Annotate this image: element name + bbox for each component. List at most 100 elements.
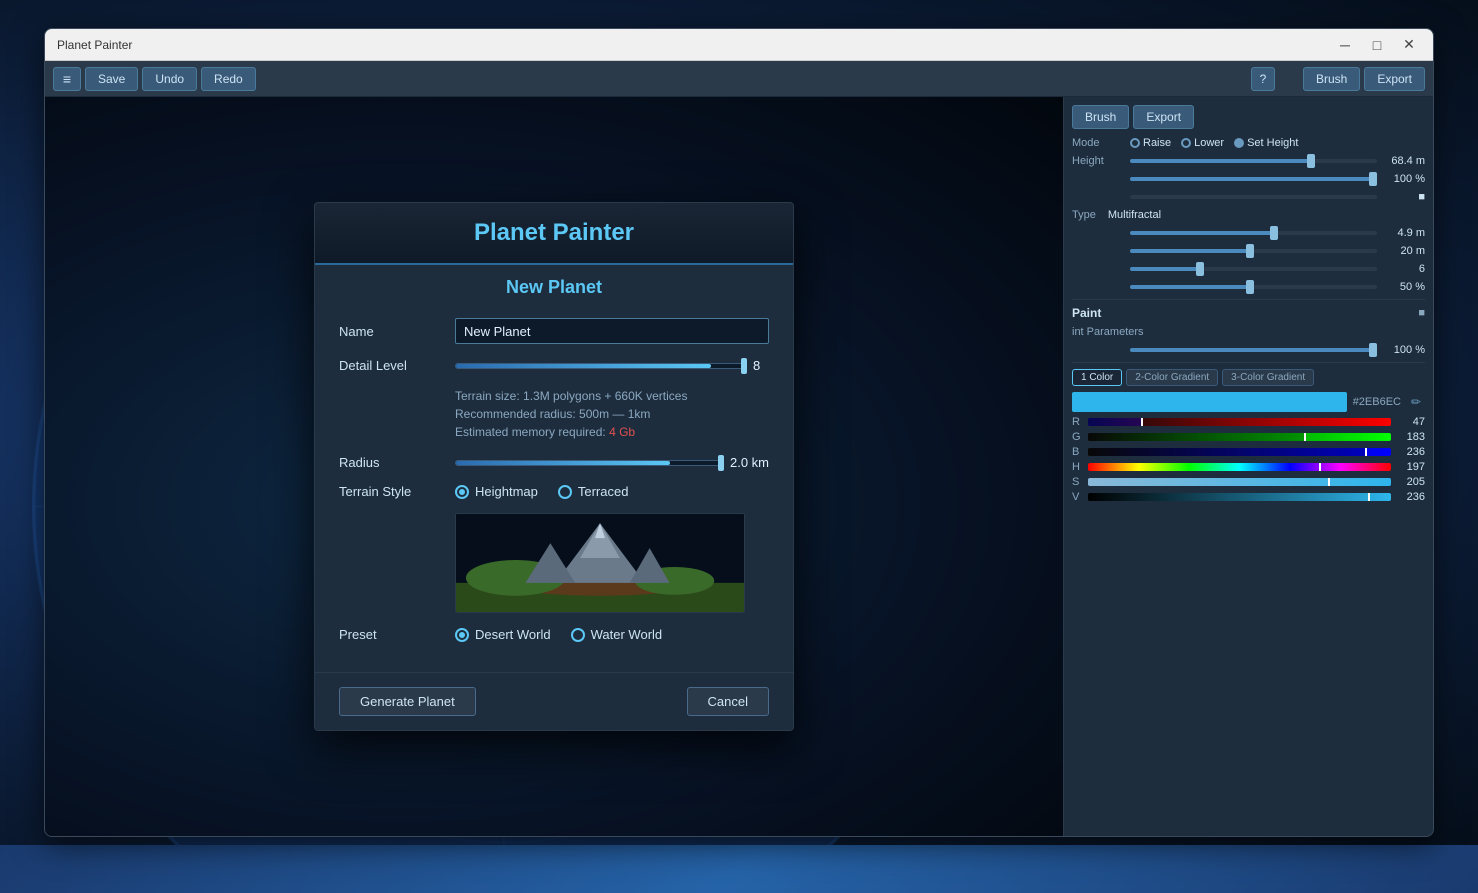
v-channel-track[interactable] xyxy=(1088,493,1391,501)
radius-value: 2.0 km xyxy=(730,455,769,470)
brush-button[interactable]: Brush xyxy=(1303,67,1360,91)
lacunarity-slider[interactable] xyxy=(1130,267,1377,271)
terrain-heightmap-radio[interactable] xyxy=(455,485,469,499)
scale-slider[interactable] xyxy=(1130,231,1377,235)
set-height-option[interactable]: Set Height xyxy=(1234,137,1298,149)
color-edit-button[interactable]: ✏ xyxy=(1407,393,1425,411)
maximize-button[interactable]: □ xyxy=(1365,33,1389,57)
preset-water-radio[interactable] xyxy=(571,628,585,642)
lower-radio[interactable] xyxy=(1181,138,1191,148)
color-hex: #2EB6EC xyxy=(1353,396,1401,408)
lower-option[interactable]: Lower xyxy=(1181,137,1224,149)
lacunarity-slider-track[interactable] xyxy=(1130,267,1377,271)
preset-desert-radio[interactable] xyxy=(455,628,469,642)
h-channel-track[interactable] xyxy=(1088,463,1391,471)
r-value: 47 xyxy=(1395,416,1425,428)
color-tab-2color[interactable]: 2-Color Gradient xyxy=(1126,369,1218,386)
brush-tab-button[interactable]: Brush xyxy=(1072,105,1129,129)
name-input[interactable] xyxy=(455,318,769,344)
v-channel-row: V 236 xyxy=(1072,491,1425,503)
type-value: Multifractal xyxy=(1108,209,1161,221)
terrain-terraced-option[interactable]: Terraced xyxy=(558,484,629,499)
export-tab-button[interactable]: Export xyxy=(1133,105,1194,129)
lower-label: Lower xyxy=(1194,137,1224,149)
dialog-body: Name Detail Level 8 xyxy=(315,302,793,672)
height-slider-track[interactable] xyxy=(1130,159,1377,163)
height-slider[interactable] xyxy=(1130,159,1377,163)
height-row: Height 68.4 m xyxy=(1072,155,1425,167)
raise-option[interactable]: Raise xyxy=(1130,137,1171,149)
b-value: 236 xyxy=(1395,446,1425,458)
r-channel-track[interactable] xyxy=(1088,418,1391,426)
octaves-row: 20 m xyxy=(1072,245,1425,257)
octaves-slider[interactable] xyxy=(1130,249,1377,253)
s-channel-track[interactable] xyxy=(1088,478,1391,486)
blend-value: 50 % xyxy=(1385,281,1425,293)
terrain-terraced-radio[interactable] xyxy=(558,485,572,499)
paint-indicator: ■ xyxy=(1418,307,1425,319)
paint-params-label: int Parameters xyxy=(1072,326,1144,338)
g-value: 183 xyxy=(1395,431,1425,443)
terrain-style-options: Heightmap Terraced xyxy=(455,484,628,499)
size-indicator: ■ xyxy=(1385,191,1425,203)
minimize-button[interactable]: ─ xyxy=(1333,33,1357,57)
paint-strength-slider[interactable] xyxy=(1130,348,1377,352)
save-button[interactable]: Save xyxy=(85,67,138,91)
size-slider-track[interactable] xyxy=(1130,195,1377,199)
export-button[interactable]: Export xyxy=(1364,67,1425,91)
lacunarity-slider-fill xyxy=(1130,267,1204,271)
dialog-subtitle-section: New Planet xyxy=(315,265,793,302)
detail-level-value: 8 xyxy=(753,358,769,373)
octaves-slider-fill xyxy=(1130,249,1254,253)
help-button[interactable]: ? xyxy=(1251,67,1275,91)
h-value: 197 xyxy=(1395,461,1425,473)
blend-slider-track[interactable] xyxy=(1130,285,1377,289)
canvas-area[interactable]: Planet Painter New Planet Name Detail Le xyxy=(45,97,1063,836)
s-channel-fill xyxy=(1088,478,1330,486)
strength-slider-track[interactable] xyxy=(1130,177,1377,181)
lacunarity-slider-thumb xyxy=(1196,262,1204,276)
radius-row: Radius 2.0 km xyxy=(339,455,769,470)
color-tab-3color[interactable]: 3-Color Gradient xyxy=(1222,369,1314,386)
color-swatch[interactable] xyxy=(1072,392,1347,412)
detail-level-slider-container[interactable]: 8 xyxy=(455,358,769,373)
size-slider[interactable] xyxy=(1130,195,1377,199)
b-channel-track[interactable] xyxy=(1088,448,1391,456)
radius-slider-container[interactable]: 2.0 km xyxy=(455,455,769,470)
paint-strength-track[interactable] xyxy=(1130,348,1377,352)
scale-slider-fill xyxy=(1130,231,1278,235)
undo-button[interactable]: Undo xyxy=(142,67,197,91)
r-label: R xyxy=(1072,416,1084,428)
strength-slider[interactable] xyxy=(1130,177,1377,181)
preset-water-option[interactable]: Water World xyxy=(571,627,663,642)
close-button[interactable]: ✕ xyxy=(1397,33,1421,57)
height-slider-fill xyxy=(1130,159,1315,163)
terrain-info-line1: Terrain size: 1.3M polygons + 660K verti… xyxy=(455,387,769,405)
main-window: Planet Painter ─ □ ✕ ≡ Save Undo Redo ? … xyxy=(44,28,1434,837)
strength-row: 100 % xyxy=(1072,173,1425,185)
detail-level-slider-track[interactable] xyxy=(455,363,747,369)
radius-slider-thumb xyxy=(718,455,724,471)
preset-desert-option[interactable]: Desert World xyxy=(455,627,551,642)
scale-slider-track[interactable] xyxy=(1130,231,1377,235)
name-row: Name xyxy=(339,318,769,344)
g-channel-fill xyxy=(1088,433,1306,441)
paint-params-row: int Parameters xyxy=(1072,326,1425,338)
raise-label: Raise xyxy=(1143,137,1171,149)
set-height-radio[interactable] xyxy=(1234,138,1244,148)
raise-radio[interactable] xyxy=(1130,138,1140,148)
preset-label: Preset xyxy=(339,627,439,642)
cancel-button[interactable]: Cancel xyxy=(687,687,769,716)
blend-slider-fill xyxy=(1130,285,1254,289)
color-tab-1color[interactable]: 1 Color xyxy=(1072,369,1122,386)
blend-slider[interactable] xyxy=(1130,285,1377,289)
redo-button[interactable]: Redo xyxy=(201,67,256,91)
menu-button[interactable]: ≡ xyxy=(53,67,81,91)
octaves-slider-track[interactable] xyxy=(1130,249,1377,253)
strength-slider-fill xyxy=(1130,177,1377,181)
g-channel-track[interactable] xyxy=(1088,433,1391,441)
generate-planet-button[interactable]: Generate Planet xyxy=(339,687,476,716)
mode-label: Mode xyxy=(1072,137,1122,149)
radius-slider-track[interactable] xyxy=(455,460,724,466)
terrain-heightmap-option[interactable]: Heightmap xyxy=(455,484,538,499)
